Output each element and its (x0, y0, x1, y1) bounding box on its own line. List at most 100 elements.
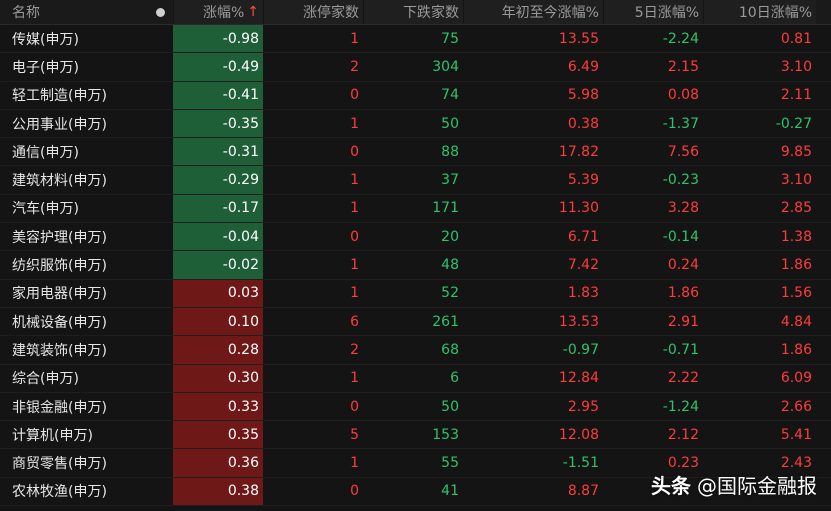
row-limit-up: 1 (350, 285, 359, 302)
sort-arrow-up-icon: ↑ (247, 4, 259, 20)
row-10d: 2.66 (780, 398, 812, 415)
row-name: 建筑材料(申万) (12, 173, 107, 190)
row-limit-up: 0 (350, 228, 359, 245)
row-ytd: 13.53 (558, 313, 599, 330)
row-5d: -1.37 (662, 115, 699, 132)
row-change: 0.03 (173, 279, 263, 307)
col-header-ytd-label: 年初至今涨幅% (501, 5, 599, 21)
table-row[interactable]: 公用事业(申万) -0.35 1 50 0.38 -1.37 -0.27 (0, 109, 831, 139)
row-change: -0.98 (173, 25, 263, 53)
row-change: 0.10 (173, 307, 263, 336)
table-row[interactable]: 美容护理(申万) -0.04 0 20 6.71 -0.14 1.38 (0, 223, 831, 252)
row-name: 商贸零售(申万) (12, 456, 107, 473)
table-row[interactable]: 通信(申万) -0.31 0 88 17.82 7.56 9.85 (0, 138, 831, 167)
row-down-count: 41 (441, 483, 459, 500)
row-ytd: 6.49 (567, 58, 599, 75)
table-row[interactable]: 轻工制造(申万) -0.41 0 74 5.98 0.08 2.11 (0, 81, 831, 110)
row-change: -0.02 (173, 251, 263, 279)
row-ytd: 12.08 (558, 426, 599, 443)
table-row[interactable]: 非银金融(申万) 0.33 0 50 2.95 -1.24 2.66 (0, 392, 831, 422)
row-5d: 3.28 (667, 200, 699, 217)
col-header-5d[interactable]: 5日涨幅% (603, 0, 703, 24)
col-header-down-count[interactable]: 下跌家数 (363, 0, 463, 24)
col-header-name-label: 名称 (12, 5, 40, 21)
col-header-ytd[interactable]: 年初至今涨幅% (463, 0, 603, 24)
row-name: 家用电器(申万) (12, 286, 107, 303)
table-row[interactable]: 计算机(申万) 0.35 5 153 12.08 2.12 5.41 (0, 421, 831, 450)
row-dot (148, 195, 173, 222)
row-name: 传媒(申万) (12, 31, 79, 48)
table-row[interactable]: 传媒(申万) -0.98 1 75 13.55 -2.24 0.81 (0, 25, 831, 54)
table-row[interactable]: 电子(申万) -0.49 2 304 6.49 2.15 3.10 (0, 53, 831, 82)
col-header-limit-up[interactable]: 涨停家数 (263, 0, 363, 24)
row-limit-up: 0 (350, 398, 359, 415)
row-ytd: 2.95 (567, 398, 599, 415)
row-10d: 9.85 (780, 143, 812, 160)
row-dot (148, 365, 173, 392)
row-5d: 2.91 (667, 313, 699, 330)
row-5d: -0.14 (662, 228, 699, 245)
row-limit-up: 0 (350, 483, 359, 500)
row-change: -0.04 (173, 223, 263, 251)
row-10d: 1.38 (780, 228, 812, 245)
row-5d: -1.24 (662, 398, 699, 415)
row-ytd: 5.39 (567, 172, 599, 189)
table-row[interactable]: 纺织服饰(申万) -0.02 1 48 7.42 0.24 1.86 (0, 251, 831, 280)
row-limit-up: 1 (350, 370, 359, 387)
row-10d: 2.85 (780, 200, 812, 217)
col-header-dot[interactable] (148, 0, 173, 24)
row-ytd: 0.38 (567, 115, 599, 132)
row-5d: 2.12 (667, 426, 699, 443)
row-change: 0.30 (173, 364, 263, 392)
row-dot (148, 223, 173, 250)
table-row[interactable]: 机械设备(申万) 0.10 6 261 13.53 2.91 4.84 (0, 307, 831, 337)
row-dot (148, 82, 173, 109)
row-ytd: 1.83 (567, 285, 599, 302)
row-down-count: 74 (441, 87, 459, 104)
row-down-count: 304 (432, 58, 459, 75)
row-dot (148, 421, 173, 448)
table-row[interactable]: 家用电器(申万) 0.03 1 52 1.83 1.86 1.56 (0, 279, 831, 308)
row-down-count: 52 (441, 285, 459, 302)
row-limit-up: 0 (350, 87, 359, 104)
row-down-count: 153 (432, 426, 459, 443)
col-header-10d[interactable]: 10日涨幅% (703, 0, 816, 24)
row-limit-up: 1 (350, 30, 359, 47)
row-down-count: 75 (441, 30, 459, 47)
row-change: 0.36 (173, 449, 263, 477)
row-name: 非银金融(申万) (12, 399, 107, 416)
row-ytd: 7.42 (567, 257, 599, 274)
row-name: 农林牧渔(申万) (12, 484, 107, 501)
row-limit-up: 1 (350, 115, 359, 132)
row-down-count: 68 (441, 341, 459, 358)
row-name: 通信(申万) (12, 144, 79, 161)
table-row[interactable]: 综合(申万) 0.30 1 6 12.84 2.22 6.09 (0, 364, 831, 393)
table-row[interactable]: 建筑装饰(申万) 0.28 2 68 -0.97 -0.71 1.86 (0, 336, 831, 365)
row-name: 纺织服饰(申万) (12, 258, 107, 275)
col-header-name[interactable]: 名称 (0, 0, 148, 24)
col-header-change[interactable]: 涨幅% ↑ (173, 0, 263, 24)
row-dot (148, 166, 173, 193)
row-name: 综合(申万) (12, 371, 79, 388)
watermark-brand: 头条 (651, 474, 691, 498)
row-down-count: 50 (441, 398, 459, 415)
row-limit-up: 1 (350, 257, 359, 274)
row-change: -0.35 (173, 109, 263, 138)
row-limit-up: 1 (350, 455, 359, 472)
row-ytd: -0.97 (562, 341, 599, 358)
row-down-count: 37 (441, 172, 459, 189)
row-5d: 2.15 (667, 58, 699, 75)
watermark: 头条 @国际金融报 (651, 470, 817, 499)
row-change: -0.31 (173, 138, 263, 166)
row-dot (148, 336, 173, 363)
row-limit-up: 1 (350, 172, 359, 189)
row-limit-up: 2 (350, 58, 359, 75)
row-down-count: 171 (432, 200, 459, 217)
row-down-count: 6 (450, 370, 459, 387)
col-header-5d-label: 5日涨幅% (634, 5, 699, 21)
table-row[interactable]: 建筑材料(申万) -0.29 1 37 5.39 -0.23 3.10 (0, 166, 831, 195)
row-5d: -0.71 (662, 341, 699, 358)
row-change: -0.17 (173, 194, 263, 223)
row-change: 0.28 (173, 336, 263, 364)
table-row[interactable]: 汽车(申万) -0.17 1 171 11.30 3.28 2.85 (0, 194, 831, 224)
